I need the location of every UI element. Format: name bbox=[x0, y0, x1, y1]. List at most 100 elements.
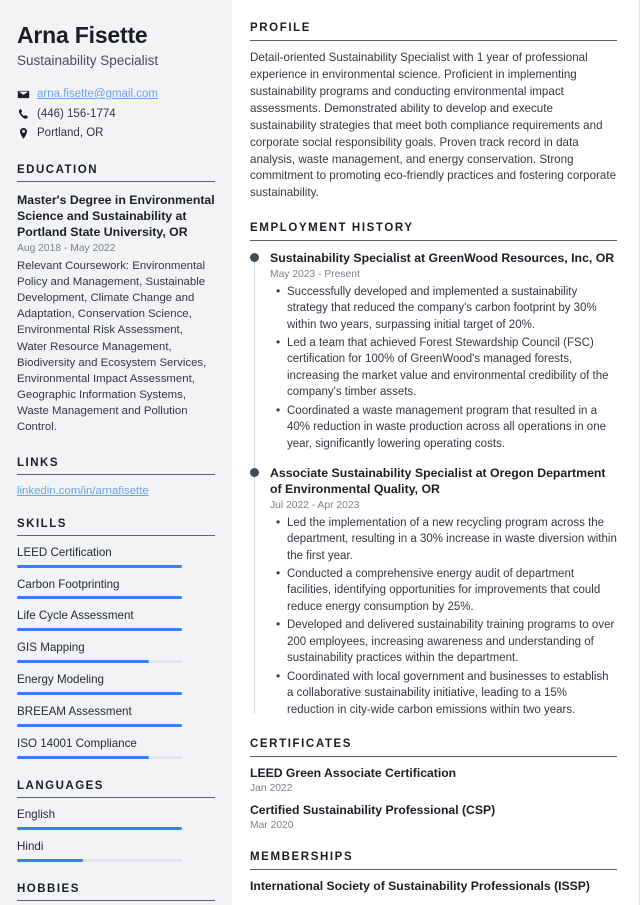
skill-bar-fill bbox=[17, 755, 149, 759]
certificate-date: Mar 2020 bbox=[250, 819, 294, 831]
contact-location: Portland, OR bbox=[17, 126, 215, 142]
location-text: Portland, OR bbox=[37, 127, 104, 140]
candidate-job-title: Sustainability Specialist bbox=[17, 53, 159, 69]
job-entry: Associate Sustainability Specialist at O… bbox=[250, 465, 617, 718]
contact-phone: (446) 156-1774 bbox=[17, 107, 215, 123]
profile-section: PROFILE Detail-oriented Sustainability S… bbox=[250, 22, 617, 202]
skill-row: Energy Modeling bbox=[17, 673, 215, 696]
skill-row: ISO 14001 Compliance bbox=[17, 737, 215, 759]
membership-item: International Society of Sustainability … bbox=[250, 878, 590, 893]
skill-bar-fill bbox=[17, 628, 182, 632]
skill-bar-track bbox=[17, 660, 182, 664]
hobbies-heading: HOBBIES bbox=[17, 883, 215, 901]
language-row: English bbox=[17, 808, 215, 830]
job-bullet: Led the implementation of a new recyclin… bbox=[276, 514, 617, 564]
language-bar-track bbox=[17, 826, 182, 830]
skill-bar-track bbox=[17, 628, 182, 632]
skill-row: Carbon Footprinting bbox=[17, 578, 215, 600]
language-bar-fill bbox=[17, 826, 182, 830]
links-section: LINKS linkedin.com/in/arnafisette bbox=[17, 457, 215, 497]
education-degree: Master's Degree in Environmental Science… bbox=[17, 192, 215, 240]
language-bar-track bbox=[17, 858, 182, 862]
job-title: Sustainability Specialist at GreenWood R… bbox=[270, 251, 615, 266]
skill-row: BREEAM Assessment bbox=[17, 705, 215, 728]
skill-label: Energy Modeling bbox=[17, 673, 105, 687]
skill-bar-fill bbox=[17, 724, 182, 728]
skill-label: Carbon Footprinting bbox=[17, 577, 120, 591]
skill-bar-track bbox=[17, 755, 182, 759]
profile-text: Detail-oriented Sustainability Specialis… bbox=[250, 51, 617, 200]
job-bullet: Led a team that achieved Forest Stewards… bbox=[276, 334, 617, 401]
skill-label: LEED Certification bbox=[17, 545, 112, 559]
skill-bar-track bbox=[17, 596, 182, 600]
certificates-list: LEED Green Associate Certification Jan 20… bbox=[250, 766, 617, 831]
job-bullet: Coordinated with local government and bu… bbox=[276, 668, 617, 718]
languages-section: LANGUAGES English Hindi bbox=[17, 780, 215, 862]
profile-heading: PROFILE bbox=[250, 22, 617, 41]
job-bullet: Coordinated a waste management program t… bbox=[276, 402, 617, 452]
contact-email[interactable]: arna.fisette@gmail.com bbox=[17, 87, 215, 103]
job-date: Jul 2022 - Apr 2023 bbox=[270, 499, 360, 511]
job-bullet-list: Successfully developed and implemented a… bbox=[270, 283, 617, 452]
education-description: Relevant Coursework: Environmental Polic… bbox=[17, 259, 207, 434]
links-heading: LINKS bbox=[17, 457, 215, 475]
language-label: Hindi bbox=[17, 839, 44, 853]
certificate-title: Certified Sustainability Professional (C… bbox=[250, 802, 496, 817]
certificate-item: LEED Green Associate Certification Jan 20… bbox=[250, 766, 617, 794]
skill-bar-track bbox=[17, 564, 182, 568]
employment-section: EMPLOYMENT HISTORY Sustainability Specia… bbox=[250, 222, 617, 718]
location-pin-icon bbox=[17, 127, 30, 140]
contact-list: arna.fisette@gmail.com (446) 156-1774 Po… bbox=[17, 87, 215, 142]
skill-bar-fill bbox=[17, 692, 182, 696]
job-bullet: Conducted a comprehensive energy audit o… bbox=[276, 565, 617, 615]
candidate-name: Arna Fisette bbox=[17, 22, 148, 48]
skill-label: GIS Mapping bbox=[17, 641, 85, 655]
link-item-linkedin[interactable]: linkedin.com/in/arnafisette bbox=[17, 485, 215, 497]
envelope-icon bbox=[17, 88, 30, 101]
skills-section: SKILLS LEED Certification Carbon Footprin… bbox=[17, 518, 215, 759]
timeline-dot-icon bbox=[250, 253, 259, 263]
skill-label: BREEAM Assessment bbox=[17, 705, 132, 719]
skill-row: LEED Certification bbox=[17, 546, 215, 568]
skill-label: Life Cycle Assessment bbox=[17, 609, 134, 623]
job-date: May 2023 - Present bbox=[270, 268, 360, 280]
memberships-list: International Society of Sustainability … bbox=[250, 879, 617, 905]
timeline-dot-icon bbox=[250, 468, 259, 478]
education-heading: EDUCATION bbox=[17, 164, 215, 182]
skill-row: Life Cycle Assessment bbox=[17, 609, 215, 632]
job-title: Associate Sustainability Specialist at O… bbox=[270, 466, 606, 497]
language-label: English bbox=[17, 807, 56, 821]
skill-bar-fill bbox=[17, 564, 182, 568]
skills-list: LEED Certification Carbon Footprinting Lif… bbox=[17, 546, 215, 759]
skill-label: ISO 14001 Compliance bbox=[17, 737, 137, 751]
skills-heading: SKILLS bbox=[17, 518, 215, 536]
languages-heading: LANGUAGES bbox=[17, 780, 215, 798]
certificate-item: Certified Sustainability Professional (C… bbox=[250, 803, 617, 831]
skill-row: GIS Mapping bbox=[17, 641, 215, 664]
job-bullet: Successfully developed and implemented a… bbox=[276, 283, 617, 333]
phone-text: (446) 156-1774 bbox=[37, 107, 116, 120]
education-section: EDUCATION Master's Degree in Environment… bbox=[17, 164, 215, 436]
employment-heading: EMPLOYMENT HISTORY bbox=[250, 222, 617, 242]
job-bullet-list: Led the implementation of a new recyclin… bbox=[270, 514, 617, 718]
certificates-section: CERTIFICATES LEED Green Associate Certif… bbox=[250, 738, 617, 831]
language-bar-fill bbox=[17, 858, 83, 862]
skill-bar-track bbox=[17, 692, 182, 696]
skill-bar-fill bbox=[17, 660, 149, 664]
memberships-heading: MEMBERSHIPS bbox=[250, 851, 617, 870]
memberships-section: MEMBERSHIPS International Society of Sus… bbox=[250, 851, 617, 905]
language-row: Hindi bbox=[17, 840, 215, 862]
languages-list: English Hindi bbox=[17, 808, 215, 862]
job-entry: Sustainability Specialist at GreenWood R… bbox=[250, 250, 617, 452]
resume-page: Arna Fisette Sustainability Specialist a… bbox=[0, 0, 640, 905]
certificates-heading: CERTIFICATES bbox=[250, 738, 617, 757]
hobbies-section: HOBBIES bbox=[17, 883, 215, 901]
skill-bar-track bbox=[17, 724, 182, 728]
employment-timeline: Sustainability Specialist at GreenWood R… bbox=[250, 250, 617, 718]
phone-icon bbox=[17, 108, 30, 121]
education-date: Aug 2018 - May 2022 bbox=[17, 242, 116, 254]
email-link[interactable]: arna.fisette@gmail.com bbox=[37, 87, 158, 103]
job-bullet: Developed and delivered sustainability t… bbox=[276, 616, 617, 666]
sidebar: Arna Fisette Sustainability Specialist a… bbox=[0, 0, 232, 905]
certificate-date: Jan 2022 bbox=[250, 782, 293, 794]
